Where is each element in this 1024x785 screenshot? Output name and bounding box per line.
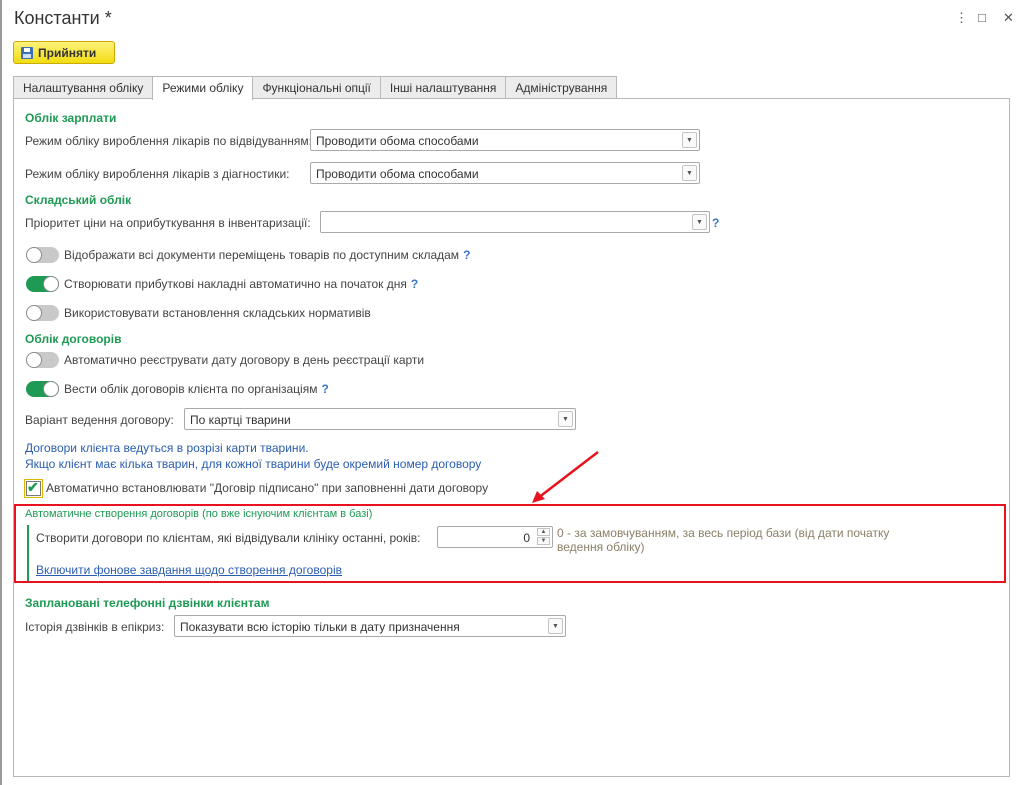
- contract-note-line-2: Якщо клієнт має кілька тварин, для кожно…: [25, 457, 482, 471]
- toggle-knob: [26, 305, 42, 321]
- years-input[interactable]: 0 ▲ ▼: [437, 526, 553, 548]
- tab-accounting-settings[interactable]: Налаштування обліку: [13, 76, 154, 98]
- doctor-visits-mode-select[interactable]: Проводити обома способами ▼: [310, 129, 700, 151]
- warehouse-norms-label: Використовувати встановлення складських …: [64, 306, 371, 320]
- settings-panel: [13, 98, 1010, 777]
- inventory-price-priority-select[interactable]: ▼: [320, 211, 710, 233]
- toggle-knob: [43, 276, 59, 292]
- contracts-by-organization-text: Вести облік договорів клієнта по організ…: [64, 382, 318, 396]
- dropdown-arrow-icon[interactable]: ▼: [558, 411, 573, 427]
- doctor-visits-mode-label: Режим обліку вироблення лікарів по відві…: [25, 134, 312, 148]
- years-hint-line-2: ведення обліку): [557, 540, 645, 554]
- show-all-transfers-label: Відображати всі документи переміщень тов…: [64, 248, 470, 262]
- window-title: Константи *: [14, 8, 112, 28]
- maximize-icon[interactable]: □: [978, 10, 986, 25]
- auto-register-contract-date-label: Автоматично реєструвати дату договору в …: [64, 353, 425, 367]
- auto-creation-group-title: Автоматичне створення договорів (по вже …: [25, 508, 373, 520]
- tab-bar: Налаштування обліку Режими обліку Функці…: [13, 76, 618, 100]
- close-icon[interactable]: ✕: [1003, 10, 1014, 26]
- tab-other-settings[interactable]: Інші налаштування: [379, 76, 507, 98]
- section-title-salary: Облік зарплати: [25, 111, 117, 125]
- toggle-auto-receipts[interactable]: [26, 276, 59, 292]
- doctor-diagnostics-mode-value: Проводити обома способами: [316, 167, 479, 181]
- tab-functional-options[interactable]: Функціональні опції: [252, 76, 381, 98]
- dropdown-arrow-icon[interactable]: ▼: [682, 165, 697, 181]
- spin-down-icon[interactable]: ▼: [537, 537, 550, 545]
- help-icon[interactable]: ?: [712, 216, 719, 230]
- auto-receipts-label: Створювати прибуткові накладні автоматич…: [64, 277, 418, 291]
- contracts-by-organization-label: Вести облік договорів клієнта по організ…: [64, 382, 329, 396]
- show-all-transfers-text: Відображати всі документи переміщень тов…: [64, 248, 460, 262]
- doctor-visits-mode-value: Проводити обома способами: [316, 134, 479, 148]
- apply-button[interactable]: Прийняти: [13, 41, 115, 64]
- contract-variant-select[interactable]: По картці тварини ▼: [184, 408, 576, 430]
- annotation-arrow-icon: [532, 451, 599, 503]
- years-value: 0: [523, 531, 530, 545]
- section-title-warehouse: Складський облік: [25, 193, 132, 207]
- window-left-edge: [0, 0, 2, 785]
- help-icon[interactable]: ?: [463, 248, 470, 262]
- group-border: [27, 525, 29, 581]
- section-title-calls: Заплановані телефонні дзвінки клієнтам: [25, 596, 270, 610]
- toggle-knob: [26, 352, 42, 368]
- toggle-auto-register-contract-date[interactable]: [26, 352, 59, 368]
- save-icon: [21, 46, 33, 59]
- years-hint-line-1: 0 - за замовчуванням, за весь період баз…: [557, 526, 890, 540]
- dropdown-arrow-icon[interactable]: ▼: [692, 214, 707, 230]
- toggle-knob: [26, 247, 42, 263]
- doctor-diagnostics-mode-label: Режим обліку вироблення лікарів з діагно…: [25, 167, 290, 181]
- enable-background-job-link[interactable]: Включити фонове завдання щодо створення …: [36, 563, 342, 577]
- dropdown-arrow-icon[interactable]: ▼: [548, 618, 563, 634]
- contract-signed-label: Автоматично встановлювати "Договір підпи…: [46, 481, 489, 495]
- call-history-label: Історія дзвінків в епікриз:: [25, 620, 165, 634]
- toggle-contracts-by-organization[interactable]: [26, 381, 59, 397]
- help-icon[interactable]: ?: [321, 382, 328, 396]
- tab-accounting-modes[interactable]: Режими обліку: [152, 76, 254, 100]
- tab-administration[interactable]: Адміністрування: [505, 76, 618, 98]
- toggle-show-all-transfers[interactable]: [26, 247, 59, 263]
- checkmark-icon: ✔: [27, 479, 39, 495]
- apply-button-label: Прийняти: [38, 45, 97, 60]
- contract-variant-value: По картці тварини: [190, 413, 291, 427]
- call-history-select[interactable]: Показувати всю історію тільки в дату при…: [174, 615, 566, 637]
- help-icon[interactable]: ?: [411, 277, 418, 291]
- section-title-contracts: Облік договорів: [25, 332, 122, 346]
- contract-variant-label: Варіант ведення договору:: [25, 413, 174, 427]
- toggle-knob: [43, 381, 59, 397]
- toggle-warehouse-norms[interactable]: [26, 305, 59, 321]
- dropdown-arrow-icon[interactable]: ▼: [682, 132, 697, 148]
- auto-receipts-text: Створювати прибуткові накладні автоматич…: [64, 277, 407, 291]
- contract-signed-checkbox[interactable]: ✔: [24, 479, 43, 498]
- inventory-price-priority-label: Пріоритет ціни на оприбуткування в інвен…: [25, 216, 311, 230]
- contract-note-line-1: Договори клієнта ведуться в розрізі карт…: [25, 441, 309, 455]
- more-menu-icon[interactable]: ⋮: [955, 10, 968, 26]
- spin-up-icon[interactable]: ▲: [537, 528, 550, 536]
- years-label: Створити договори по клієнтам, які відві…: [36, 531, 421, 545]
- doctor-diagnostics-mode-select[interactable]: Проводити обома способами ▼: [310, 162, 700, 184]
- call-history-value: Показувати всю історію тільки в дату при…: [180, 620, 460, 634]
